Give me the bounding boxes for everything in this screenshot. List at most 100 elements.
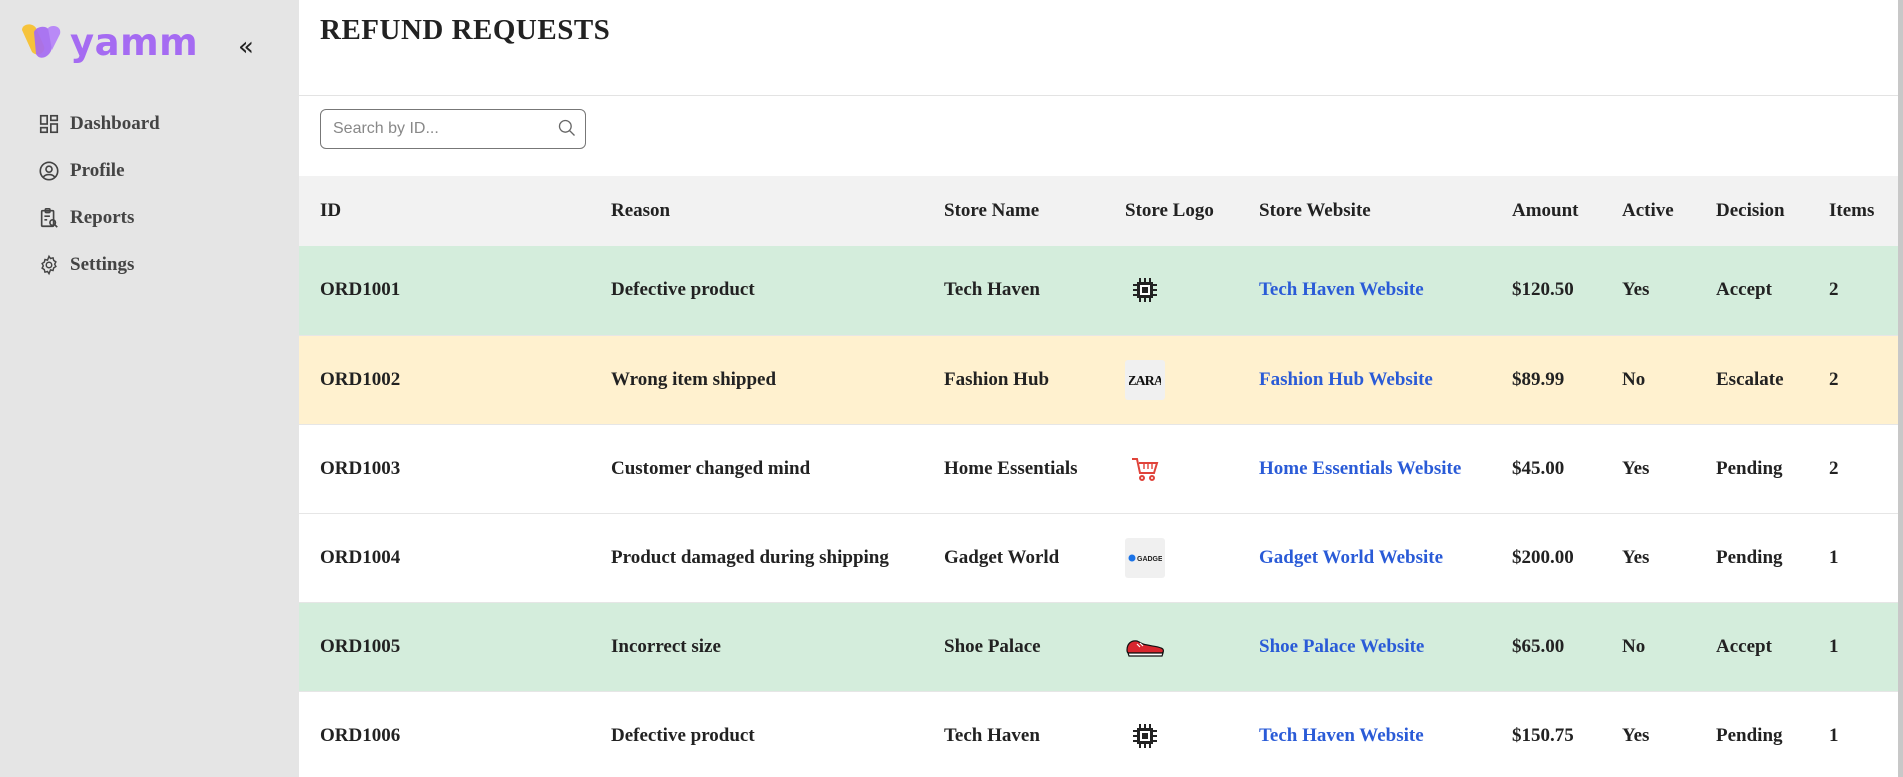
cell-items: 1: [1829, 635, 1839, 657]
collapse-sidebar-button[interactable]: «: [238, 34, 254, 60]
cell-reason: Customer changed mind: [611, 457, 811, 479]
store-website-link[interactable]: Fashion Hub Website: [1259, 369, 1433, 390]
cell-items: 1: [1829, 724, 1839, 746]
cell-store-name: Gadget World: [944, 546, 1060, 568]
cell-active: Yes: [1622, 457, 1650, 479]
yamm-logo-icon: [22, 24, 61, 58]
table-row[interactable]: ORD1001 Defective product Tech Haven Tech H…: [299, 246, 1903, 335]
column-header-decision[interactable]: Decision: [1716, 176, 1829, 246]
cell-items: 1: [1829, 546, 1839, 568]
cell-decision: Escalate: [1716, 368, 1784, 390]
cell-id: ORD1004: [320, 546, 401, 568]
brand-logo[interactable]: yamm: [18, 20, 199, 70]
column-header-amount[interactable]: Amount: [1512, 176, 1622, 246]
column-header-active[interactable]: Active: [1622, 176, 1716, 246]
sidebar-item-label: Dashboard: [70, 112, 160, 134]
column-header-id[interactable]: ID: [299, 176, 611, 246]
cell-store-logo: [1125, 424, 1259, 513]
store-website-link[interactable]: Home Essentials Website: [1259, 458, 1461, 479]
cell-store-name: Tech Haven: [944, 279, 1040, 301]
sidebar-item-reports[interactable]: Reports: [38, 194, 160, 241]
cell-id: ORD1006: [320, 724, 401, 746]
cell-store-website: Gadget World Website: [1259, 513, 1512, 602]
svg-text:ZARA: ZARA: [1129, 374, 1161, 389]
table-row[interactable]: ORD1002 Wrong item shipped Fashion Hub ZARA…: [299, 335, 1903, 424]
column-header-items[interactable]: Items: [1829, 176, 1903, 246]
column-header-store-name[interactable]: Store Name: [944, 176, 1125, 246]
search-icon[interactable]: [557, 118, 577, 138]
cell-store-logo: [1125, 246, 1259, 335]
store-website-link[interactable]: Tech Haven Website: [1259, 279, 1424, 300]
cell-store-website: Home Essentials Website: [1259, 424, 1512, 513]
main-content: REFUND REQUESTS ID Reason Store Name Sto…: [299, 0, 1903, 777]
sidebar-nav: Dashboard Profile Reports Settings: [38, 100, 160, 288]
chip-icon: [1125, 270, 1165, 310]
cell-amount: $150.75: [1512, 724, 1574, 746]
user-circle-icon: [39, 160, 59, 181]
page-title: REFUND REQUESTS: [320, 14, 611, 46]
cell-active: Yes: [1622, 279, 1650, 301]
cell-active: No: [1622, 635, 1646, 657]
cell-decision: Accept: [1716, 635, 1772, 657]
sidebar-item-label: Profile: [70, 159, 125, 181]
table-row[interactable]: ORD1005 Incorrect size Shoe Palace Shoe Pal…: [299, 602, 1903, 691]
chip-icon: [1125, 716, 1165, 756]
cell-store-name: Fashion Hub: [944, 368, 1050, 390]
refund-requests-table: ID Reason Store Name Store Logo Store We…: [299, 176, 1903, 777]
store-website-link[interactable]: Gadget World Website: [1259, 547, 1443, 568]
cell-active: Yes: [1622, 724, 1650, 746]
table-header-row: ID Reason Store Name Store Logo Store We…: [299, 176, 1903, 246]
cell-id: ORD1005: [320, 635, 401, 657]
search-input[interactable]: [331, 119, 545, 139]
zara-logo-icon: ZARA: [1125, 359, 1165, 400]
store-website-link[interactable]: Tech Haven Website: [1259, 725, 1424, 746]
cell-reason: Product damaged during shipping: [611, 546, 889, 568]
sneaker-icon: [1125, 627, 1165, 667]
cell-store-name: Shoe Palace: [944, 635, 1041, 657]
cell-store-logo: ZARA: [1125, 335, 1259, 424]
sidebar-item-dashboard[interactable]: Dashboard: [38, 100, 160, 147]
table-body: ORD1001 Defective product Tech Haven Tech H…: [299, 246, 1903, 777]
cell-store-logo: [1125, 602, 1259, 691]
column-header-reason[interactable]: Reason: [611, 176, 944, 246]
cell-items: 2: [1829, 279, 1839, 301]
cell-store-logo: GADGET: [1125, 513, 1259, 602]
table-row[interactable]: ORD1003 Customer changed mind Home Essenti…: [299, 424, 1903, 513]
sidebar-item-settings[interactable]: Settings: [38, 241, 160, 288]
column-header-store-website[interactable]: Store Website: [1259, 176, 1512, 246]
cell-store-website: Shoe Palace Website: [1259, 602, 1512, 691]
cell-amount: $89.99: [1512, 368, 1565, 390]
scrollbar[interactable]: [1898, 0, 1903, 777]
cell-reason: Wrong item shipped: [611, 368, 777, 390]
cell-decision: Pending: [1716, 546, 1783, 568]
column-header-store-logo[interactable]: Store Logo: [1125, 176, 1259, 246]
cell-id: ORD1002: [320, 368, 401, 390]
cell-id: ORD1003: [320, 457, 401, 479]
dashboard-icon: [39, 114, 59, 133]
sidebar-item-label: Settings: [70, 253, 135, 275]
gadget-logo-icon: GADGET: [1125, 537, 1165, 578]
clipboard-search-icon: [40, 207, 58, 228]
cell-active: No: [1622, 368, 1646, 390]
table-row[interactable]: ORD1004 Product damaged during shipping Ga…: [299, 513, 1903, 602]
cell-active: Yes: [1622, 546, 1650, 568]
sidebar-item-label: Reports: [70, 206, 135, 228]
cell-store-website: Tech Haven Website: [1259, 246, 1512, 335]
cart-icon: [1125, 449, 1165, 489]
cell-store-logo: [1125, 691, 1259, 777]
table-row[interactable]: ORD1006 Defective product Tech Haven Tech H…: [299, 691, 1903, 777]
gear-icon: [41, 254, 57, 275]
svg-text:GADGET: GADGET: [1137, 556, 1162, 563]
cell-amount: $65.00: [1512, 635, 1565, 657]
cell-store-website: Tech Haven Website: [1259, 691, 1512, 777]
cell-reason: Defective product: [611, 724, 755, 746]
cell-decision: Pending: [1716, 457, 1783, 479]
search-box: [320, 109, 586, 149]
sidebar-item-profile[interactable]: Profile: [38, 147, 160, 194]
cell-store-name: Tech Haven: [944, 724, 1040, 746]
store-website-link[interactable]: Shoe Palace Website: [1259, 636, 1424, 657]
brand-name: yamm: [70, 20, 199, 64]
cell-reason: Defective product: [611, 279, 755, 301]
cell-reason: Incorrect size: [611, 635, 721, 657]
cell-items: 2: [1829, 457, 1839, 479]
